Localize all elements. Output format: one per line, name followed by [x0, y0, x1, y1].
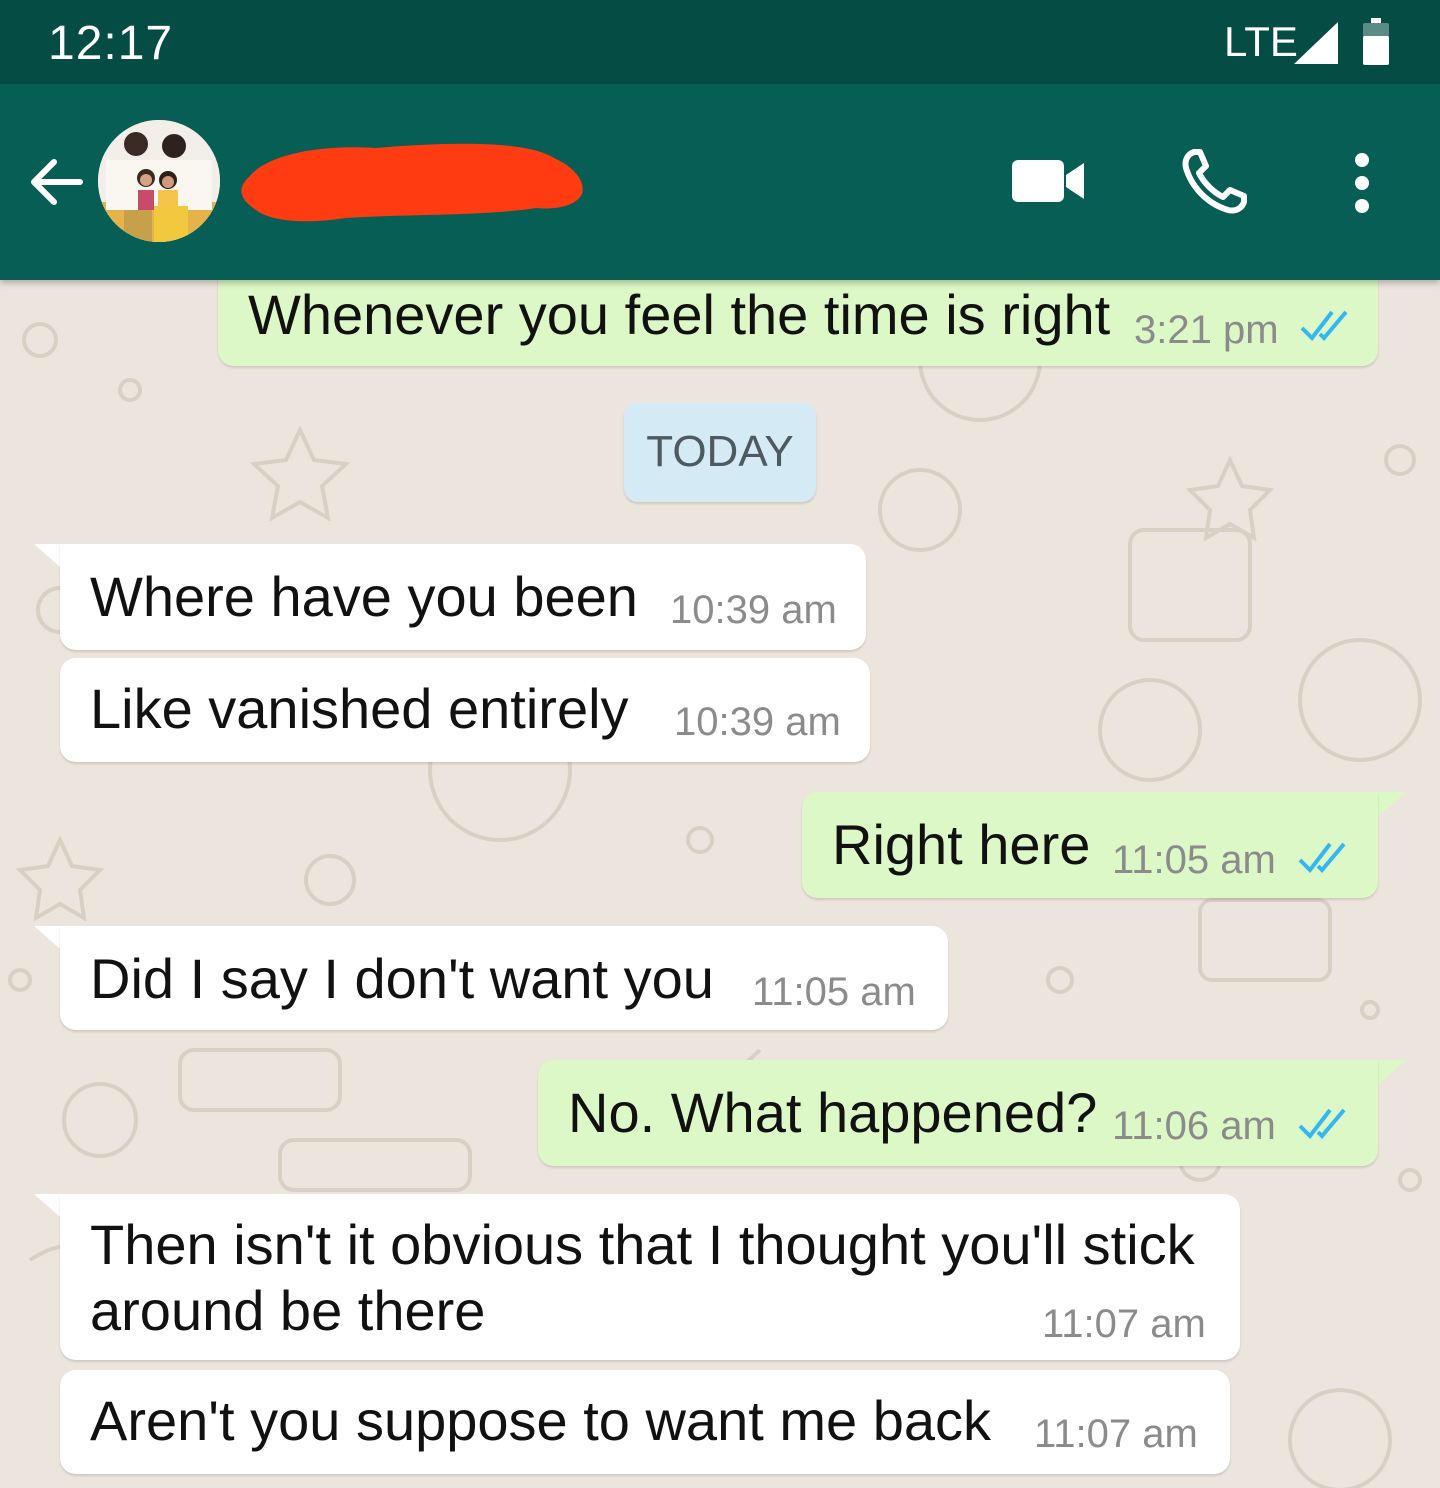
message-bubble-incoming[interactable]: Like vanished entirely 10:39 am [60, 658, 870, 762]
message-time: 11:07 am [1042, 1302, 1206, 1346]
message-text: No. What happened? [568, 1081, 1098, 1144]
read-receipt-icon [1298, 842, 1346, 874]
read-receipt-icon [1298, 1108, 1346, 1140]
message-text-line-1: Then isn't it obvious that I thought you… [90, 1213, 1195, 1276]
message-text: Where have you been [90, 565, 638, 628]
message-time: 3:21 pm [1134, 308, 1279, 352]
contact-avatar[interactable] [98, 120, 220, 242]
read-receipt-icon [1300, 310, 1348, 342]
network-type: LTE [1224, 18, 1298, 65]
message-time: 11:05 am [752, 970, 916, 1014]
status-time: 12:17 [48, 17, 174, 70]
message-text: Did I say I don't want you [90, 947, 714, 1010]
battery-icon [1363, 18, 1389, 65]
message-bubble-incoming[interactable]: Did I say I don't want you 11:05 am [60, 926, 948, 1030]
voice-call-icon[interactable] [1180, 146, 1250, 216]
message-text: Whenever you feel the time is right [248, 283, 1111, 346]
message-bubble-outgoing[interactable]: No. What happened? 11:06 am [538, 1060, 1378, 1166]
message-text: Right here [832, 813, 1091, 876]
video-call-icon[interactable] [1010, 158, 1086, 204]
status-bar: 12:17 LTE [0, 0, 1440, 84]
date-divider: TODAY [624, 402, 816, 502]
message-time: 10:39 am [674, 700, 841, 744]
message-time: 11:05 am [1112, 838, 1276, 882]
chat-header [0, 84, 1440, 280]
message-time: 11:06 am [1112, 1104, 1276, 1148]
message-time: 10:39 am [670, 588, 837, 632]
message-bubble-incoming[interactable]: Then isn't it obvious that I thought you… [60, 1194, 1240, 1360]
message-bubble-incoming[interactable]: Where have you been 10:39 am [60, 544, 866, 650]
message-text: Aren't you suppose to want me back [90, 1389, 991, 1452]
message-text: Like vanished entirely [90, 677, 629, 740]
more-options-icon[interactable] [1340, 150, 1384, 216]
message-text-line-2: around be there [90, 1279, 486, 1342]
message-time: 11:07 am [1034, 1412, 1198, 1456]
message-bubble-incoming[interactable]: Aren't you suppose to want me back 11:07… [60, 1370, 1230, 1474]
signal-icon [1294, 22, 1338, 64]
back-arrow-icon[interactable] [24, 150, 88, 214]
redacted-contact-name [241, 143, 583, 222]
message-bubble-outgoing[interactable]: Right here 11:05 am [802, 792, 1378, 898]
chat-area[interactable]: Whenever you feel the time is right 3:21… [0, 280, 1440, 1488]
message-bubble-outgoing[interactable]: Whenever you feel the time is right 3:21… [218, 280, 1378, 366]
